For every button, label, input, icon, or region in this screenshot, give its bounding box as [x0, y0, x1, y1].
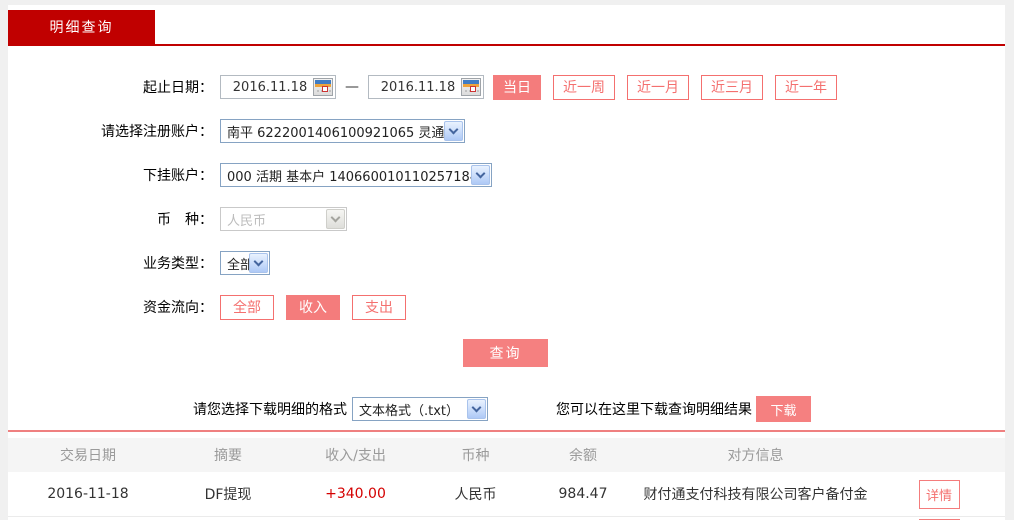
- sub-account-row: 下挂账户： 000 活期 基本户 1406600101102571848: [8, 163, 1005, 187]
- calendar-icon[interactable]: [461, 78, 481, 96]
- fund-flow-all-button[interactable]: 全部: [220, 294, 274, 320]
- content-panel: 明细查询 起止日期： 2016.11.18 — 2016.11.18 当日 近一…: [8, 5, 1005, 520]
- end-date-input[interactable]: 2016.11.18: [368, 75, 484, 99]
- fund-flow-expense-button[interactable]: 支出: [352, 294, 406, 320]
- download-format-select[interactable]: 文本格式（.txt）: [352, 397, 488, 421]
- chevron-down-icon[interactable]: [471, 165, 490, 185]
- date-range-label: 起止日期：: [143, 80, 213, 96]
- tab-bar: 明细查询: [8, 5, 1005, 46]
- chevron-down-icon[interactable]: [249, 253, 268, 273]
- calendar-icon-mark: [470, 86, 476, 92]
- header-income-expense: 收入/支出: [325, 448, 386, 464]
- download-row: 请您选择下载明细的格式 文本格式（.txt） 您可以在这里下载查询明细结果 下载: [8, 396, 1005, 422]
- cell-currency: 人民币: [454, 487, 497, 503]
- query-button[interactable]: 查询: [463, 339, 548, 367]
- business-type-label: 业务类型：: [143, 256, 213, 272]
- header-balance: 余额: [569, 448, 597, 464]
- header-summary: 摘要: [214, 448, 242, 464]
- sub-account-label: 下挂账户：: [143, 168, 213, 184]
- register-account-row: 请选择注册账户： 南平 6222001406100921065 灵通卡: [8, 119, 1005, 143]
- currency-select: 人民币: [220, 207, 347, 231]
- date-range-separator: —: [345, 79, 359, 95]
- fund-flow-income-button[interactable]: 收入: [286, 294, 340, 320]
- cell-trade-date: 2016-11-18: [47, 486, 129, 502]
- cell-action: 详情: [873, 479, 1005, 509]
- end-date-value: 2016.11.18: [380, 79, 456, 95]
- quick-range-year-button[interactable]: 近一年: [775, 74, 837, 100]
- table-separator: [8, 430, 1005, 432]
- quick-range-quarter-button[interactable]: 近三月: [701, 74, 763, 100]
- currency-label: 币 种：: [157, 212, 213, 228]
- quick-range-today-button[interactable]: 当日: [493, 74, 541, 100]
- header-trade-date: 交易日期: [60, 448, 116, 464]
- cell-amount: +340.00: [325, 486, 386, 502]
- sub-account-select[interactable]: 000 活期 基本户 1406600101102571848: [220, 163, 492, 187]
- currency-row: 币 种： 人民币: [8, 207, 1005, 231]
- fund-flow-row: 资金流向： 全部 收入 支出: [8, 294, 1005, 320]
- currency-value: 人民币: [227, 213, 267, 229]
- detail-button[interactable]: 详情: [918, 479, 960, 509]
- download-button[interactable]: 下载: [756, 396, 811, 422]
- download-format-label: 请您选择下载明细的格式: [193, 402, 347, 418]
- calendar-icon-mark: [322, 86, 328, 92]
- start-date-input[interactable]: 2016.11.18: [220, 75, 336, 99]
- business-type-row: 业务类型： 全部: [8, 251, 1005, 275]
- download-format-value: 文本格式（.txt）: [359, 403, 460, 419]
- business-type-select[interactable]: 全部: [220, 251, 270, 275]
- query-form: 起止日期： 2016.11.18 — 2016.11.18 当日 近一周 近一月…: [8, 46, 1005, 422]
- header-counterparty: 对方信息: [727, 448, 784, 464]
- calendar-icon[interactable]: [313, 78, 333, 96]
- date-range-row: 起止日期： 2016.11.18 — 2016.11.18 当日 近一周 近一月…: [8, 74, 1005, 100]
- register-account-select[interactable]: 南平 6222001406100921065 灵通卡: [220, 119, 465, 143]
- register-account-label: 请选择注册账户：: [101, 124, 213, 140]
- chevron-down-icon[interactable]: [467, 399, 486, 419]
- start-date-value: 2016.11.18: [232, 79, 308, 95]
- business-type-value: 全部: [227, 257, 249, 273]
- header-currency: 币种: [461, 448, 490, 464]
- tab-detail-query[interactable]: 明细查询: [8, 10, 155, 44]
- cell-balance: 984.47: [558, 486, 608, 502]
- sub-account-value: 000 活期 基本户 1406600101102571848: [227, 169, 471, 185]
- chevron-down-icon: [326, 209, 345, 229]
- register-account-value: 南平 6222001406100921065 灵通卡: [227, 125, 444, 141]
- cell-counterparty: 财付通支付科技有限公司客户备付金: [643, 487, 868, 503]
- quick-range-month-button[interactable]: 近一月: [627, 74, 689, 100]
- download-hint: 您可以在这里下载查询明细结果: [556, 402, 752, 418]
- fund-flow-label: 资金流向：: [143, 300, 213, 316]
- quick-range-week-button[interactable]: 近一周: [553, 74, 615, 100]
- table-row: 2016-11-18 DF提现 +340.00 人民币 984.47 财付通支付…: [8, 472, 1005, 517]
- cell-summary: DF提现: [204, 487, 252, 503]
- chevron-down-icon[interactable]: [444, 121, 463, 141]
- table-header: 交易日期 摘要 收入/支出 币种 余额 对方信息: [8, 438, 1005, 472]
